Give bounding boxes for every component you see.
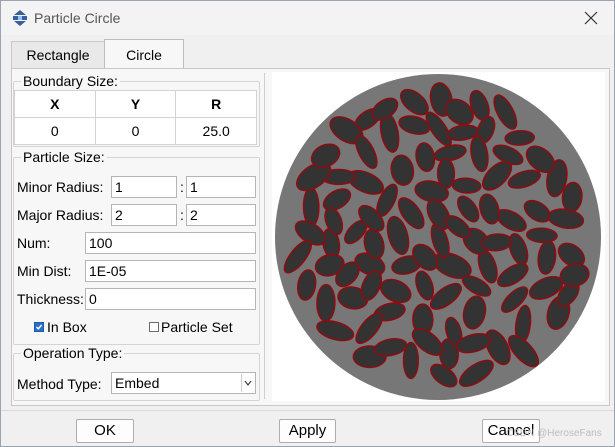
button-separator (1, 410, 614, 411)
boundary-value-row: 0 0 25.0 (14, 117, 257, 145)
header-x: X (14, 90, 96, 118)
value-y-cell[interactable]: 0 (94, 117, 177, 145)
particle-ellipse (316, 283, 336, 322)
particle-ellipse (302, 187, 320, 227)
boundary-table: X Y R 0 0 25.0 (14, 90, 257, 145)
particle-set-checkbox[interactable] (149, 322, 159, 332)
particle-set-label: Particle Set (161, 319, 233, 335)
panel-divider (264, 73, 265, 399)
minor-radius-max-input[interactable]: 1 (186, 176, 256, 198)
particle-ellipse (436, 158, 456, 189)
major-radius-label: Major Radius: (17, 207, 104, 223)
title-bar: Particle Circle (1, 1, 614, 35)
tab-circle[interactable]: Circle (104, 39, 184, 68)
in-box-checkbox[interactable] (34, 322, 44, 332)
apply-button[interactable]: Apply (279, 419, 336, 443)
close-icon[interactable] (576, 3, 606, 33)
operation-type-legend: Operation Type: (23, 345, 123, 361)
method-type-value: Embed (115, 375, 160, 391)
value-r-cell[interactable]: 25.0 (175, 117, 257, 145)
window-title: Particle Circle (34, 10, 121, 26)
minor-radius-label: Minor Radius: (17, 179, 104, 195)
boundary-header-row: X Y R (14, 90, 257, 118)
in-box-label: In Box (47, 319, 87, 335)
min-dist-label: Min Dist: (17, 263, 72, 279)
ok-button[interactable]: OK (76, 419, 134, 443)
num-input[interactable]: 100 (85, 232, 256, 254)
boundary-size-legend: Boundary Size: (23, 73, 118, 89)
min-dist-input[interactable]: 1E-05 (85, 260, 256, 282)
method-type-select[interactable]: Embed (111, 372, 256, 394)
num-label: Num: (17, 235, 51, 251)
watermark: CSDN @HeroseFans (506, 428, 602, 439)
app-icon (13, 10, 27, 26)
thickness-label: Thickness: (17, 291, 84, 307)
value-x-cell[interactable]: 0 (14, 117, 96, 145)
method-type-label: Method Type: (17, 376, 102, 392)
particle-preview (275, 74, 601, 400)
check-icon (36, 324, 43, 330)
tab-rectangle[interactable]: Rectangle (11, 41, 105, 68)
particle-size-legend: Particle Size: (23, 149, 105, 165)
range-separator: : (180, 207, 184, 223)
thickness-input[interactable]: 0 (85, 288, 256, 310)
header-y: Y (94, 90, 177, 118)
preview-canvas (272, 72, 605, 401)
header-r: R (175, 90, 257, 118)
minor-radius-min-input[interactable]: 1 (111, 176, 177, 198)
dialog-window: Particle Circle Rectangle Circle Boundar… (0, 0, 615, 447)
range-separator: : (180, 179, 184, 195)
major-radius-min-input[interactable]: 2 (111, 204, 177, 226)
chevron-down-icon[interactable] (241, 374, 254, 392)
major-radius-max-input[interactable]: 2 (186, 204, 256, 226)
